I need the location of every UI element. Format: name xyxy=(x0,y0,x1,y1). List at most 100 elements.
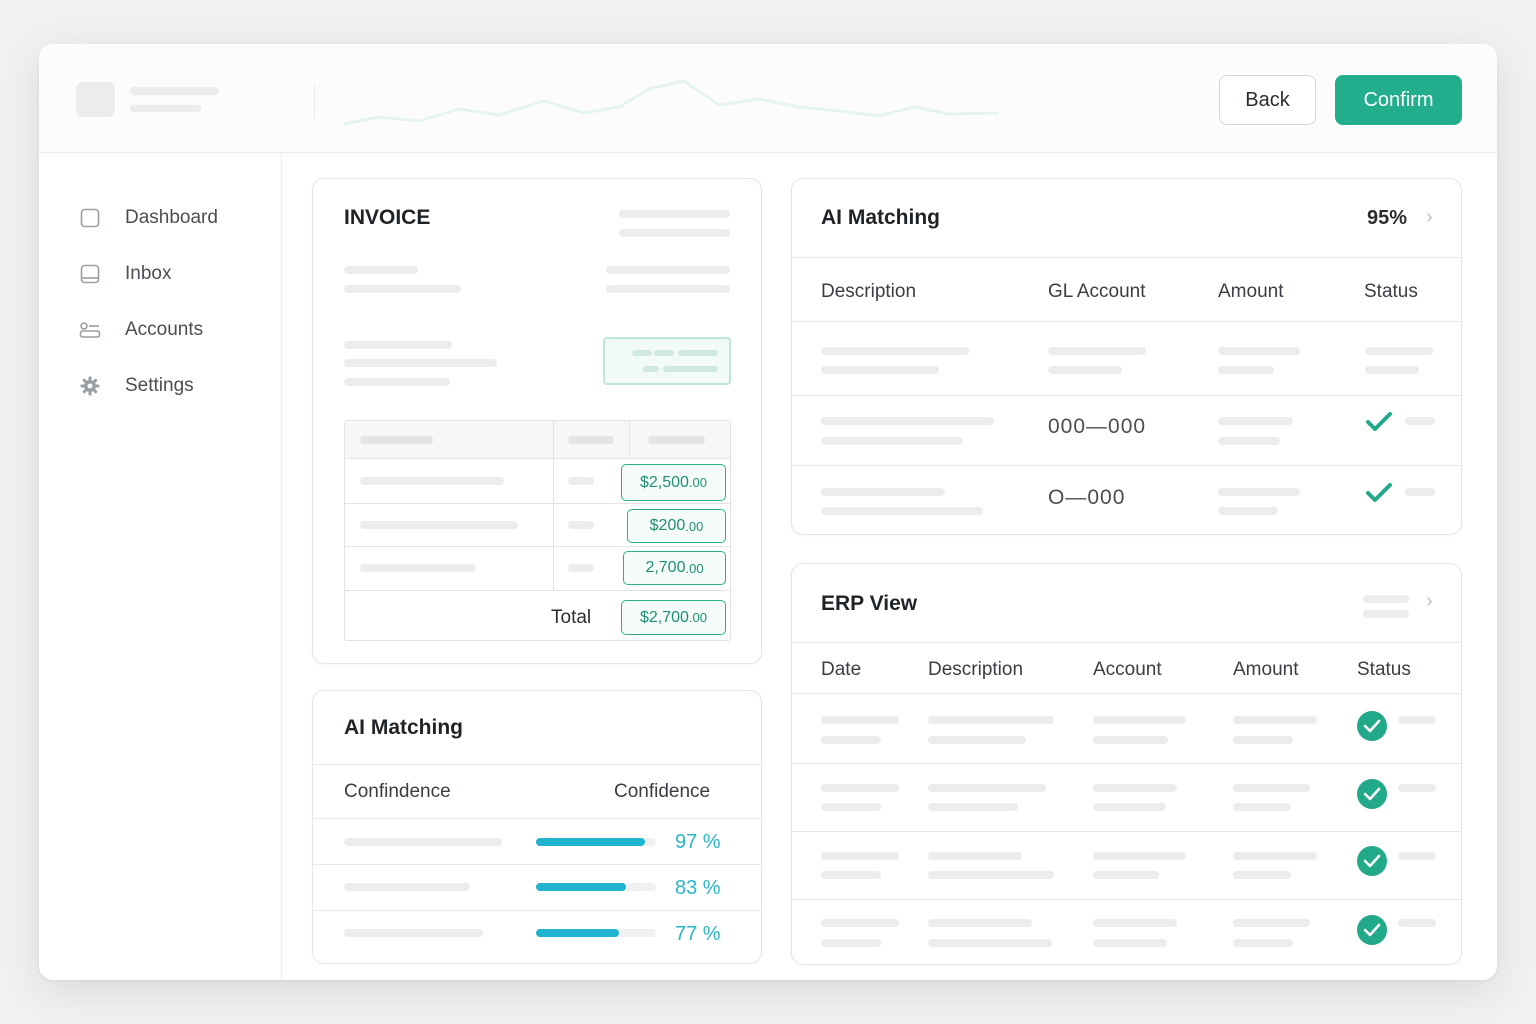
text-placeholder xyxy=(1233,871,1291,879)
amount-field[interactable]: $200.00 xyxy=(627,509,726,543)
confidence-percent: 83 % xyxy=(675,877,721,899)
text-placeholder xyxy=(1405,488,1435,496)
text-placeholder xyxy=(1093,716,1186,724)
amount-value: $200 xyxy=(649,517,686,534)
text-placeholder xyxy=(928,784,1046,792)
text-placeholder xyxy=(643,366,659,372)
text-placeholder xyxy=(821,366,939,374)
column-header: Confindence xyxy=(344,781,451,802)
amount-cents: .00 xyxy=(685,560,704,576)
text-placeholder xyxy=(1398,716,1436,724)
amount-value: 2,700 xyxy=(645,559,686,576)
highlighted-field[interactable] xyxy=(603,337,731,385)
text-placeholder xyxy=(344,285,461,293)
column-header: Account xyxy=(1093,659,1162,680)
divider xyxy=(792,321,1461,322)
text-placeholder xyxy=(928,919,1032,927)
text-placeholder xyxy=(344,883,470,891)
confidence-bar-fill xyxy=(536,838,646,846)
text-placeholder xyxy=(1398,784,1436,792)
divider xyxy=(792,257,1461,258)
confidence-percent: 97 % xyxy=(675,831,721,853)
amount-value: $2,700 xyxy=(639,608,689,626)
chevron-right-icon[interactable]: › xyxy=(1426,206,1433,229)
confirm-button[interactable]: Confirm xyxy=(1335,75,1462,125)
match-score: 95% xyxy=(1367,207,1408,229)
text-placeholder xyxy=(1093,919,1177,927)
divider xyxy=(792,899,1461,900)
divider xyxy=(314,84,315,119)
confidence-bar xyxy=(536,883,656,891)
divider xyxy=(792,395,1461,396)
check-circle-icon xyxy=(1357,915,1387,945)
text-placeholder xyxy=(1363,595,1409,603)
text-placeholder xyxy=(928,736,1026,744)
total-amount-field[interactable]: $2,700.00 xyxy=(621,600,726,635)
sidebar-item-accounts[interactable]: Accounts xyxy=(79,315,259,345)
text-placeholder xyxy=(619,229,730,237)
card-title: AI Matching xyxy=(821,206,940,229)
text-placeholder xyxy=(1363,610,1409,618)
text-placeholder xyxy=(821,736,881,744)
text-placeholder xyxy=(568,564,594,572)
text-placeholder xyxy=(344,929,483,937)
divider xyxy=(345,503,730,504)
text-placeholder xyxy=(344,838,502,846)
activity-sparkline xyxy=(343,79,1000,126)
text-placeholder xyxy=(1233,803,1291,811)
check-circle-icon xyxy=(1357,846,1387,876)
divider xyxy=(553,421,554,590)
confidence-bar-fill xyxy=(536,929,619,937)
accounts-icon xyxy=(79,319,101,341)
column-header: Amount xyxy=(1233,659,1299,680)
sidebar-item-inbox[interactable]: Inbox xyxy=(79,259,259,289)
column-header: Description xyxy=(821,281,917,302)
divider xyxy=(313,910,761,911)
text-placeholder xyxy=(360,477,504,485)
checkmark-icon xyxy=(1365,481,1393,510)
text-placeholder xyxy=(1233,784,1310,792)
confidence-bar xyxy=(536,838,656,846)
text-placeholder xyxy=(1233,852,1317,860)
sidebar: Dashboard Inbox Accounts Settings xyxy=(39,153,282,980)
invoice-line-table: $2,500.00 $200.00 2,700.00 Total $2,700.… xyxy=(344,420,731,641)
sidebar-item-label: Settings xyxy=(125,375,194,396)
inbox-icon xyxy=(79,263,101,285)
text-placeholder xyxy=(821,437,963,445)
text-placeholder xyxy=(1093,803,1166,811)
text-placeholder xyxy=(344,266,418,274)
text-placeholder xyxy=(1365,347,1433,355)
sidebar-item-dashboard[interactable]: Dashboard xyxy=(79,203,259,233)
amount-cents: .00 xyxy=(688,610,707,625)
sidebar-item-settings[interactable]: Settings xyxy=(79,371,259,401)
text-placeholder xyxy=(1218,417,1293,425)
text-placeholder xyxy=(1048,347,1146,355)
amount-field[interactable]: $2,500.00 xyxy=(621,464,726,501)
amount-value: $2,500 xyxy=(639,473,689,491)
ai-matching-card: AI Matching 95% › Description GL Account… xyxy=(791,178,1462,535)
back-button[interactable]: Back xyxy=(1219,75,1316,125)
chevron-right-icon[interactable]: › xyxy=(1426,590,1433,613)
text-placeholder xyxy=(360,564,476,572)
divider xyxy=(792,642,1461,643)
text-placeholder xyxy=(821,871,881,879)
column-header: GL Account xyxy=(1048,281,1146,302)
amount-field[interactable]: 2,700.00 xyxy=(623,551,726,585)
text-placeholder xyxy=(568,521,594,529)
text-placeholder xyxy=(1093,852,1186,860)
text-placeholder xyxy=(821,488,945,496)
text-placeholder xyxy=(1218,366,1274,374)
divider xyxy=(792,693,1461,694)
divider xyxy=(313,818,761,819)
divider xyxy=(792,465,1461,466)
text-placeholder xyxy=(663,366,718,372)
text-placeholder xyxy=(928,803,1018,811)
text-placeholder xyxy=(821,347,969,355)
text-placeholder xyxy=(619,210,730,218)
sidebar-item-label: Dashboard xyxy=(125,207,218,228)
sidebar-item-label: Inbox xyxy=(125,263,172,284)
gl-account-code: 000—000 xyxy=(1048,415,1147,438)
erp-view-card: ERP View › Date Description Account Amou… xyxy=(791,563,1462,965)
text-placeholder xyxy=(821,919,899,927)
text-placeholder xyxy=(568,436,614,444)
